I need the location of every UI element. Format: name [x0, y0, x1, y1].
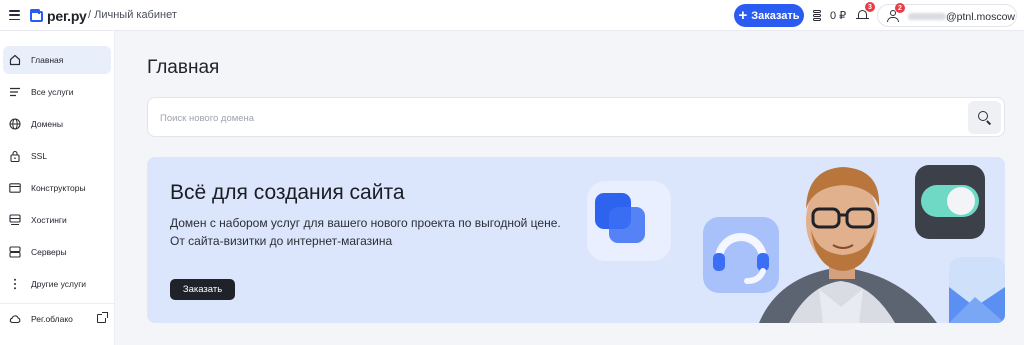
more-vertical-icon — [14, 278, 16, 290]
logo-text: рег.ру — [47, 8, 87, 24]
cloud-icon — [9, 315, 21, 324]
masked-email — [908, 13, 946, 20]
logo[interactable]: рег.ру — [30, 8, 87, 24]
promo-banner: Всё для создания сайта Домен с набором у… — [147, 157, 1005, 323]
sidebar-item-domains[interactable]: Домены — [3, 110, 111, 138]
list-icon — [10, 87, 20, 97]
banner-description: Домен с набором услуг для вашего нового … — [170, 214, 590, 250]
window-icon — [9, 183, 21, 193]
user-menu[interactable]: 2 @ptnl.moscow — [877, 3, 1017, 27]
sidebar-item-all-services[interactable]: Все услуги — [3, 78, 111, 106]
sidebar-item-label: Главная — [31, 55, 64, 65]
envelope-illustration-icon — [949, 257, 1005, 323]
hosting-icon — [9, 214, 21, 226]
sidebar-item-builders[interactable]: Конструкторы — [3, 174, 111, 202]
sidebar-item-other-services[interactable]: Другие услуги — [3, 270, 111, 298]
sidebar-item-home[interactable]: Главная — [3, 46, 111, 74]
domain-search — [147, 97, 1005, 137]
search-input[interactable] — [160, 109, 960, 127]
menu-icon[interactable] — [9, 10, 20, 20]
coins-icon — [812, 9, 824, 22]
balance-value: 0 ₽ — [830, 10, 847, 22]
balance[interactable]: 0 ₽ — [812, 9, 846, 22]
folder-logo-icon — [30, 8, 43, 22]
sidebar-item-ssl[interactable]: SSL — [3, 142, 111, 170]
plus-icon: + — [738, 6, 748, 24]
top-header: рег.ру / Личный кабинет + Заказать 0 ₽ 3… — [0, 0, 1024, 31]
sidebar-item-hosting[interactable]: Хостинги — [3, 206, 111, 234]
sidebar-item-servers[interactable]: Серверы — [3, 238, 111, 266]
user-badge: 2 — [895, 3, 905, 13]
breadcrumb: / Личный кабинет — [88, 9, 177, 21]
banner-description-line1: Домен с набором услуг для вашего нового … — [170, 216, 561, 230]
lock-icon — [10, 150, 20, 162]
banner-description-line2: От сайта-визитки до интернет-магазина — [170, 234, 393, 248]
server-icon — [9, 246, 21, 258]
sidebar-item-label: Серверы — [31, 247, 67, 257]
sidebar-item-label: Домены — [31, 119, 63, 129]
order-button-label: Заказать — [751, 9, 800, 22]
sidebar: Главная Все услуги Домены SSL Конструкто… — [0, 31, 115, 345]
banner-title: Всё для создания сайта — [170, 181, 405, 204]
sidebar-item-label: Другие услуги — [31, 279, 87, 289]
order-button[interactable]: + Заказать — [734, 4, 804, 27]
sidebar-item-label: Хостинги — [31, 215, 67, 225]
sidebar-item-label: SSL — [31, 151, 48, 161]
external-link-icon — [97, 312, 108, 323]
banner-order-button[interactable]: Заказать — [170, 279, 235, 300]
sidebar-item-label: Все услуги — [31, 87, 74, 97]
sidebar-item-label: Конструкторы — [31, 183, 86, 193]
bell-icon[interactable]: 3 — [856, 2, 875, 22]
layers-illustration-icon — [587, 181, 671, 261]
sidebar-item-cloud[interactable]: Рег.облако — [3, 305, 111, 333]
search-button[interactable] — [968, 101, 1001, 134]
toggle-illustration-icon — [915, 165, 985, 239]
page-title: Главная — [147, 57, 220, 78]
globe-icon — [9, 118, 21, 130]
sidebar-divider — [0, 303, 115, 304]
sidebar-item-label: Рег.облако — [31, 314, 73, 324]
home-icon — [9, 54, 21, 66]
notifications-badge: 3 — [865, 2, 875, 12]
user-email: @ptnl.moscow — [946, 11, 1016, 23]
